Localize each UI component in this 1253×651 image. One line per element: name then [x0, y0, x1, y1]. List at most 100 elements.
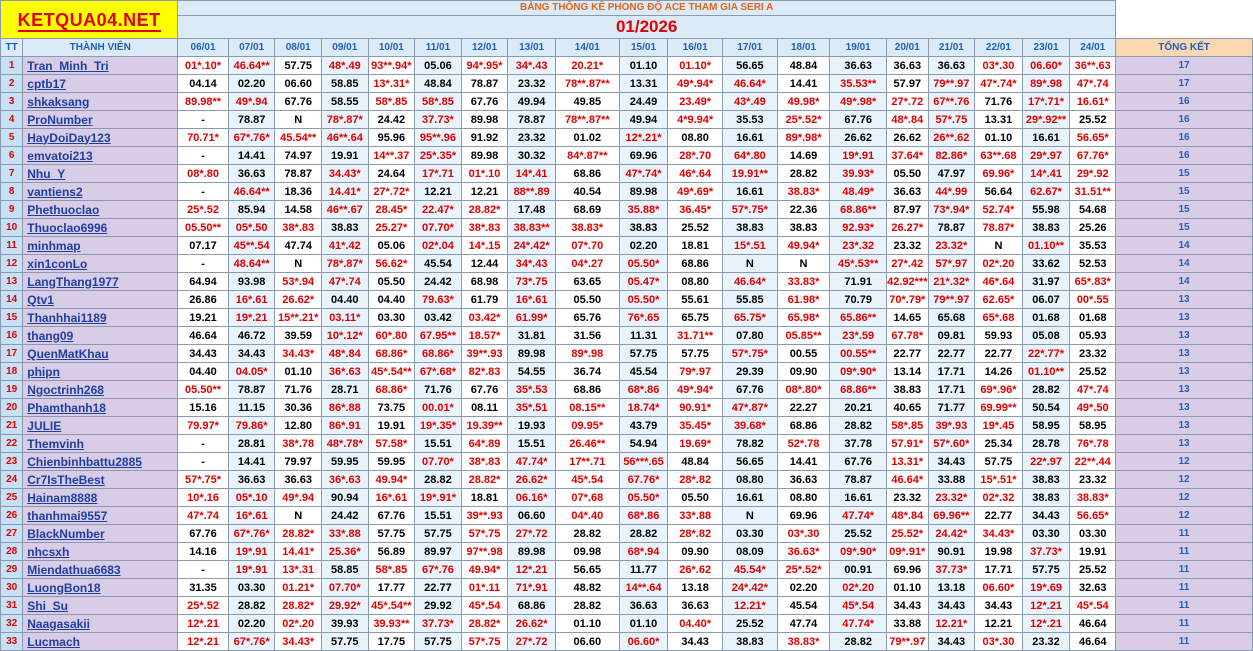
score-cell: 19*.91 [829, 146, 888, 165]
score-cell: 16*.61 [507, 290, 556, 309]
member-name-link[interactable]: minhmap [22, 236, 179, 255]
score-cell: 45.54 [414, 254, 462, 273]
score-cell: 90.91 [927, 542, 976, 561]
score-cell: 06.60* [974, 578, 1023, 597]
score-cell: 28.82 [618, 524, 669, 543]
score-cell: 67*.76* [227, 128, 276, 147]
score-cell: 27*.72* [367, 182, 416, 201]
member-name-link[interactable]: thang09 [22, 326, 179, 345]
member-name-link[interactable]: Nhu_Y [22, 164, 179, 183]
score-cell: 15*.51* [974, 470, 1023, 489]
score-cell: 36.63 [776, 470, 831, 489]
member-name-link[interactable]: thanhmai9557 [22, 506, 179, 525]
score-cell: 22.77 [974, 344, 1023, 363]
score-cell: 01*.10* [177, 56, 229, 75]
score-cell: 13.14 [886, 362, 929, 381]
score-cell: 78.87 [460, 74, 509, 93]
total-cell: 11 [1115, 542, 1253, 561]
score-cell: - [177, 434, 229, 453]
member-name-link[interactable]: Phethuoclao [22, 200, 179, 219]
member-name-link[interactable]: emvatoi213 [22, 146, 179, 165]
score-cell: 05.06 [367, 236, 416, 255]
score-cell: 45.54** [274, 128, 322, 147]
member-name-link[interactable]: nhcsxh [22, 542, 179, 561]
member-name-link[interactable]: JULIE [22, 416, 179, 435]
score-cell: 05.50* [618, 488, 669, 507]
score-cell: 19*.35* [414, 416, 462, 435]
score-cell: 24.42 [414, 272, 462, 291]
score-cell: 39.59 [274, 326, 322, 345]
score-cell: 16.61 [829, 488, 888, 507]
member-name-link[interactable]: BlackNumber [22, 524, 179, 543]
score-cell: 35*.51 [507, 398, 556, 417]
member-name-link[interactable]: Hainam8888 [22, 488, 179, 507]
score-cell: 14.41* [274, 542, 322, 561]
score-cell: 89.98 [507, 542, 556, 561]
score-cell: 01.02 [554, 128, 620, 147]
score-cell: 68.98 [460, 272, 509, 291]
score-cell: 38.83 [1021, 218, 1071, 237]
score-cell: 21*.32* [927, 272, 976, 291]
score-cell: 29.92 [414, 596, 462, 615]
score-cell: 37.73* [414, 614, 462, 633]
score-cell: 67.76 [829, 452, 888, 471]
member-name-link[interactable]: Tran_Minh_Tri [22, 56, 179, 75]
member-name-link[interactable]: QuenMatKhau [22, 344, 179, 363]
member-name-link[interactable]: Qtv1 [22, 290, 179, 309]
row-number: 14 [0, 290, 24, 309]
score-cell: 14.65 [886, 308, 929, 327]
member-name-link[interactable]: Miendathua6683 [22, 560, 179, 579]
member-name-link[interactable]: Lucmach [22, 632, 179, 651]
score-cell: 49*.94 [227, 92, 276, 111]
table-row: 32 Naagasakii 12*.21 02.20 02*.20 39.93 39.93*… [0, 614, 1253, 633]
member-name-link[interactable]: Ngoctrinh268 [22, 380, 179, 399]
score-cell: 62.67* [1021, 182, 1071, 201]
score-cell: 55.61 [667, 290, 723, 309]
score-cell: 04.14 [177, 74, 229, 93]
score-cell: 14.41 [227, 146, 276, 165]
score-cell: 19*.91 [227, 560, 276, 579]
member-name-link[interactable]: Shi_Su [22, 596, 179, 615]
header-date: 20/01 [886, 38, 929, 57]
score-cell: 26**.62 [927, 128, 976, 147]
score-cell: 16*.61 [227, 290, 276, 309]
score-cell: 36.63 [227, 470, 276, 489]
score-cell: 01.10 [274, 362, 322, 381]
member-name-link[interactable]: Cr7IsTheBest [22, 470, 179, 489]
score-cell: 22*.77* [1021, 344, 1071, 363]
member-name-link[interactable]: Themvinh [22, 434, 179, 453]
member-name-link[interactable]: Phamthanh18 [22, 398, 179, 417]
score-cell: 12.21* [722, 596, 778, 615]
member-name-link[interactable]: ProNumber [22, 110, 179, 129]
score-cell: 09*.91* [886, 542, 929, 561]
score-cell: 16.61 [722, 488, 778, 507]
site-logo[interactable]: KETQUA04.NET [0, 0, 179, 39]
table-row: 8 vantiens2-46.64** 18.36 14.41* 27*.72* 12.2… [0, 182, 1253, 201]
score-cell: 61.98* [776, 290, 831, 309]
score-cell: 02*.04 [414, 236, 462, 255]
score-cell: 61.79 [460, 290, 509, 309]
score-cell: 91.92 [460, 128, 509, 147]
member-name-link[interactable]: xin1conLo [22, 254, 179, 273]
member-name-link[interactable]: Chienbinhbattu2885 [22, 452, 179, 471]
member-name-link[interactable]: shkaksang [22, 92, 179, 111]
score-cell: 12*.21* [618, 128, 669, 147]
table-row: 3 shkaksang 89.98** 49*.94 67.76 58.55 58*.85 5… [0, 92, 1253, 111]
score-cell: 70.71* [177, 128, 229, 147]
member-name-link[interactable]: Naagasakii [22, 614, 179, 633]
member-name-link[interactable]: cptb17 [22, 74, 179, 93]
member-name-link[interactable]: Thuoclao6996 [22, 218, 179, 237]
member-name-link[interactable]: vantiens2 [22, 182, 179, 201]
total-cell: 13 [1115, 344, 1253, 363]
score-cell: 59.95 [321, 452, 369, 471]
member-name-link[interactable]: LangThang1977 [22, 272, 179, 291]
member-name-link[interactable]: Thanhhai1189 [22, 308, 179, 327]
score-cell: 01.10 [554, 614, 620, 633]
member-name-link[interactable]: phipn [22, 362, 179, 381]
member-name-link[interactable]: LuongBon18 [22, 578, 179, 597]
score-cell: 45*.54 [554, 470, 620, 489]
score-cell: 95.96 [367, 128, 416, 147]
score-cell: 42.92*** [886, 272, 929, 291]
member-name-link[interactable]: HayDoiDay123 [22, 128, 179, 147]
score-cell: 49.94 [507, 92, 556, 111]
